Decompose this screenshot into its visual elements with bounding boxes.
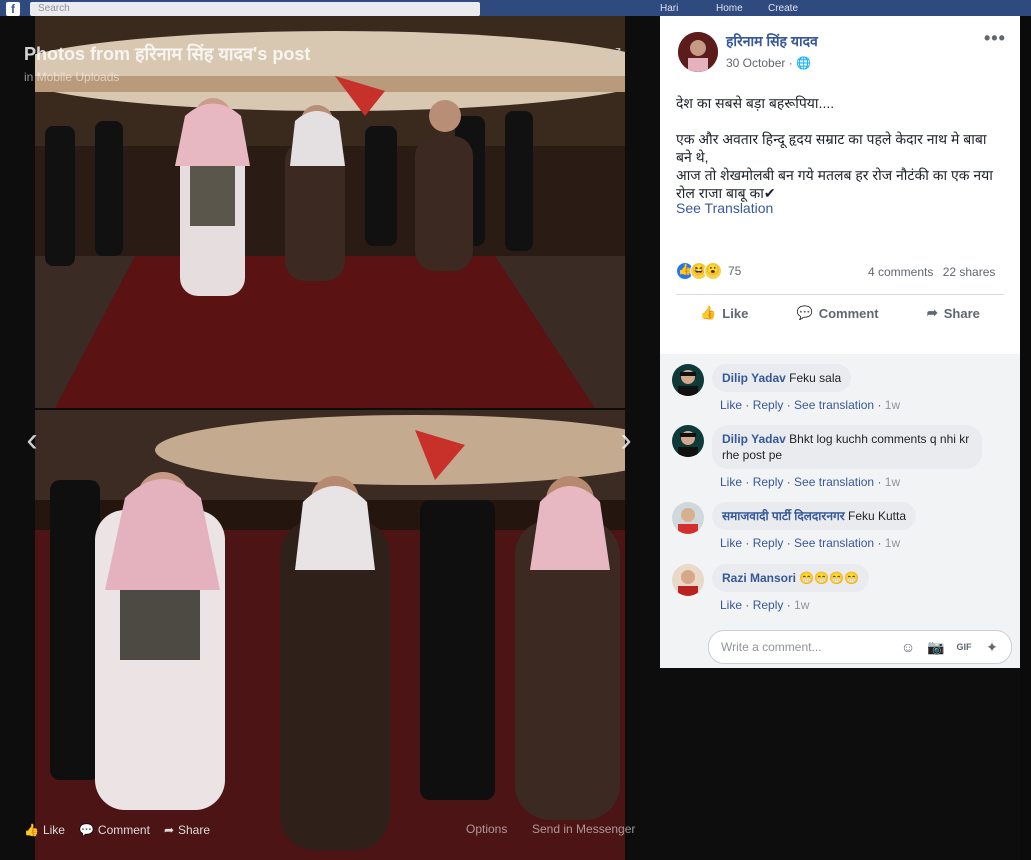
comment-time[interactable]: 1w xyxy=(885,398,900,412)
post-photo-bottom[interactable] xyxy=(35,410,625,860)
camera-icon[interactable]: 📷 xyxy=(927,639,945,657)
comment-bubble: Dilip Yadav Feku sala xyxy=(712,364,852,392)
sticker-icon[interactable]: ✦ xyxy=(983,639,1001,657)
comment-time[interactable]: 1w xyxy=(794,598,809,612)
comment-like-link[interactable]: Like xyxy=(720,398,742,412)
photo-airport-arrival-bottom xyxy=(35,410,625,860)
composer-icons: ☺ 📷 GIF ✦ xyxy=(899,639,1001,657)
post-date[interactable]: 30 October · 🌐 xyxy=(726,56,811,70)
thumbs-up-icon: 👍 xyxy=(700,305,717,320)
comment-actions: Like · Reply · See translation · 1w xyxy=(720,475,901,489)
comment-bubble-icon: 💬 xyxy=(796,305,813,320)
see-translation-link[interactable]: See Translation xyxy=(676,200,773,216)
facebook-logo-icon[interactable]: f xyxy=(6,2,20,16)
comment-bubble: Razi Mansori 😁😁😁😁 xyxy=(712,564,870,592)
photo-options-button[interactable]: Options xyxy=(466,822,507,836)
facebook-top-bar: f Search Hari Home Create xyxy=(0,0,1031,16)
comment-time[interactable]: 1w xyxy=(885,475,900,489)
post-line-3: आज तो शेखमोलबी बन गये मतलब हर रोज नौटंकी… xyxy=(676,167,993,201)
nav-create[interactable]: Create xyxy=(768,3,798,14)
post-stats: 4 comments 22 shares xyxy=(868,265,995,279)
comment-time[interactable]: 1w xyxy=(885,536,900,550)
photo-like-button[interactable]: 👍 Like xyxy=(24,823,65,837)
comment-composer[interactable]: Write a comment... ☺ 📷 GIF ✦ xyxy=(708,630,1012,664)
globe-icon: 🌐 xyxy=(796,56,811,70)
comment-reply-link[interactable]: Reply xyxy=(753,598,784,612)
comment-bubble: Dilip Yadav Bhkt log kuchh comments q nh… xyxy=(712,425,982,469)
wow-reaction-icon: 😮 xyxy=(704,262,722,280)
comment-actions: Like · Reply · 1w xyxy=(720,598,810,612)
commenter-avatar[interactable] xyxy=(672,564,704,596)
share-button[interactable]: ➦ Share xyxy=(927,305,980,321)
post-text: देश का सबसे बड़ा बहरूपिया.... एक और अवता… xyxy=(676,94,1006,202)
photo-viewer-title[interactable]: Photos from हरिनाम सिंह यादव's post xyxy=(24,42,310,66)
comment-bubble-icon: 💬 xyxy=(78,823,94,837)
divider xyxy=(676,294,1004,295)
comment-like-link[interactable]: Like xyxy=(720,536,742,550)
post-options-icon[interactable]: ••• xyxy=(984,28,1006,49)
post-line-2: एक और अवतार हिन्दू हृदय सम्राट का पहले क… xyxy=(676,131,987,165)
comment-reply-link[interactable]: Reply xyxy=(753,536,784,550)
comment-text: Feku Kutta xyxy=(847,509,907,523)
reaction-count: 75 xyxy=(728,264,742,278)
gif-icon[interactable]: GIF xyxy=(955,639,973,657)
post-action-bar: 👍 Like 💬 Comment ➦ Share xyxy=(676,302,1004,324)
photo-viewer-actions: 👍 Like 💬 Comment ➦ Share xyxy=(24,820,216,840)
share-arrow-icon: ➦ xyxy=(926,305,938,320)
comment-translate-link[interactable]: See translation xyxy=(794,536,874,550)
photo-comment-button[interactable]: 💬 Comment xyxy=(79,823,150,837)
comment-like-link[interactable]: Like xyxy=(720,598,742,612)
commenter-avatar[interactable] xyxy=(672,425,704,457)
comment-reply-link[interactable]: Reply xyxy=(753,475,784,489)
post-panel: हरिनाम सिंह यादव 30 October · 🌐 ••• देश … xyxy=(660,16,1020,668)
comment-text: Feku sala xyxy=(789,371,842,385)
share-arrow-icon: ➦ xyxy=(163,823,174,837)
emoji-icon[interactable]: ☺ xyxy=(899,639,917,657)
reaction-summary[interactable]: 👍 😆 😮 75 xyxy=(676,262,741,280)
comment-actions: Like · Reply · See translation · 1w xyxy=(720,398,901,412)
commenter-name[interactable]: Dilip Yadav xyxy=(722,432,786,446)
comment-reply-link[interactable]: Reply xyxy=(753,398,784,412)
nav-home[interactable]: Home xyxy=(716,3,743,14)
send-in-messenger-button[interactable]: Send in Messenger xyxy=(532,822,635,836)
comment-input-placeholder[interactable]: Write a comment... xyxy=(721,640,821,654)
commenter-avatar[interactable] xyxy=(672,364,704,396)
commenter-name[interactable]: समाजवादी पार्टी दिलदारनगर xyxy=(722,509,845,523)
post-photo-top[interactable] xyxy=(35,16,625,408)
comment-text: 😁😁😁😁 xyxy=(799,571,860,585)
expand-icon[interactable]: ⤢ xyxy=(608,46,628,66)
author-avatar[interactable] xyxy=(678,32,718,72)
comment-like-link[interactable]: Like xyxy=(720,475,742,489)
post-line-1: देश का सबसे बड़ा बहरूपिया.... xyxy=(676,95,835,111)
comment-count-link[interactable]: 4 comments xyxy=(868,265,933,279)
commenter-name[interactable]: Dilip Yadav xyxy=(722,371,786,385)
comment-button[interactable]: 💬 Comment xyxy=(797,305,879,321)
post-author-name[interactable]: हरिनाम सिंह यादव xyxy=(726,32,818,51)
commenter-avatar[interactable] xyxy=(672,502,704,534)
viewer-backdrop-bottom-right xyxy=(660,668,1020,860)
photo-airport-arrival-top xyxy=(35,16,625,408)
next-photo-chevron-icon[interactable]: › xyxy=(614,420,638,460)
commenter-name[interactable]: Razi Mansori xyxy=(722,571,796,585)
comment-translate-link[interactable]: See translation xyxy=(794,475,874,489)
thumbs-up-icon: 👍 xyxy=(24,823,39,837)
photo-share-button[interactable]: ➦ Share xyxy=(164,823,210,837)
comment-translate-link[interactable]: See translation xyxy=(794,398,874,412)
previous-photo-chevron-icon[interactable]: ‹ xyxy=(20,420,44,460)
comment-actions: Like · Reply · See translation · 1w xyxy=(720,536,901,550)
photo-viewer-album[interactable]: in Mobile Uploads xyxy=(24,70,119,84)
nav-profile[interactable]: Hari xyxy=(660,3,678,14)
share-count-link[interactable]: 22 shares xyxy=(943,265,996,279)
search-input[interactable]: Search xyxy=(30,2,480,16)
comment-bubble: समाजवादी पार्टी दिलदारनगर Feku Kutta xyxy=(712,502,917,530)
like-button[interactable]: 👍 Like xyxy=(700,305,748,321)
